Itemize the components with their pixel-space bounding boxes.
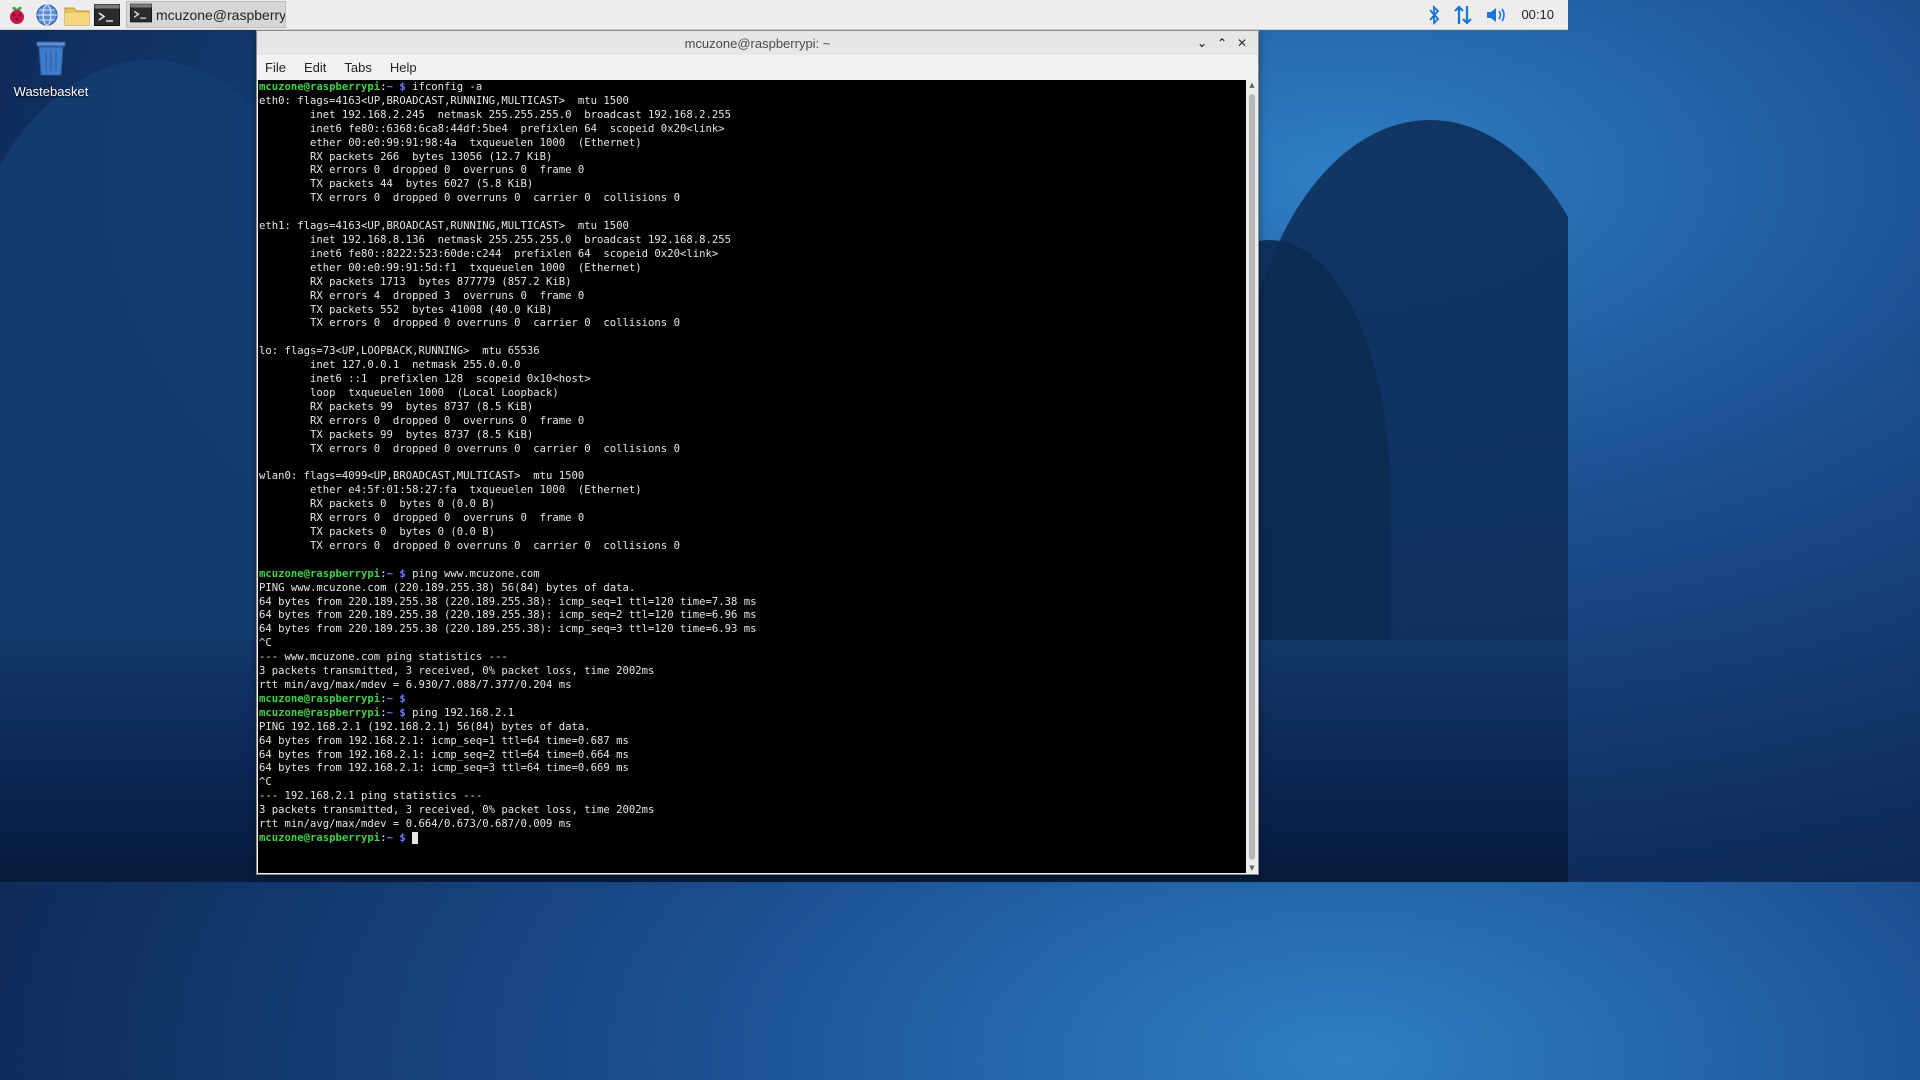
terminal-output-line: 3 packets transmitted, 3 received, 0% pa… <box>259 804 655 817</box>
command-text: ifconfig -a <box>405 81 483 93</box>
terminal-output-line: TX errors 0 dropped 0 overruns 0 carrier… <box>259 442 680 455</box>
terminal-output-line: 64 bytes from 220.189.255.38 (220.189.25… <box>259 623 757 636</box>
terminal-output-line: loop txqueuelen 1000 (Local Loopback) <box>259 386 559 399</box>
terminal-output-line: PING www.mcuzone.com (220.189.255.38) 56… <box>259 581 636 594</box>
wastebasket-desktop-icon[interactable]: Wastebasket <box>6 38 96 99</box>
terminal-output-line: PING 192.168.2.1 (192.168.2.1) 56(84) by… <box>259 720 591 733</box>
prompt-path: ~ $ <box>386 831 406 844</box>
trash-icon <box>31 41 71 82</box>
terminal-output-line: inet6 fe80::8222:523:60de:c244 prefixlen… <box>259 247 719 260</box>
terminal-output-line: inet 192.168.8.136 netmask 255.255.255.0… <box>259 233 731 246</box>
terminal-output-line: 64 bytes from 192.168.2.1: icmp_seq=1 tt… <box>259 734 629 747</box>
minimize-button[interactable]: ⌄ <box>1192 36 1212 50</box>
terminal-output-line: ether e4:5f:01:58:27:fa txqueuelen 1000 … <box>259 484 642 497</box>
system-tray: 00:10 <box>1427 0 1568 29</box>
task-label: mcuzone@raspberry... <box>156 6 285 23</box>
terminal-output-line: 64 bytes from 192.168.2.1: icmp_seq=2 tt… <box>259 748 629 761</box>
terminal-output-line: wlan0: flags=4099<UP,BROADCAST,MULTICAST… <box>259 470 585 483</box>
terminal-output-line: TX packets 552 bytes 41008 (40.0 KiB) <box>259 303 553 316</box>
terminal-output-line: RX errors 4 dropped 3 overruns 0 frame 0 <box>259 289 585 302</box>
terminal-output-line: RX packets 266 bytes 13056 (12.7 KiB) <box>259 150 553 163</box>
prompt-path: ~ $ <box>386 706 406 719</box>
menu-file[interactable]: File <box>263 58 288 77</box>
terminal-output-line: RX packets 1713 bytes 877779 (857.2 KiB) <box>259 275 572 288</box>
window-titlebar[interactable]: mcuzone@raspberrypi: ~ ⌄ ⌃ ✕ <box>257 31 1258 55</box>
terminal-output-line: TX packets 0 bytes 0 (0.0 B) <box>259 526 495 538</box>
terminal-output-line: inet 127.0.0.1 netmask 255.0.0.0 <box>259 359 521 372</box>
terminal-output-line: ether 00:e0:99:91:98:4a txqueuelen 1000 … <box>259 136 642 149</box>
terminal-output-line: --- 192.168.2.1 ping statistics --- <box>259 790 483 803</box>
wastebasket-label: Wastebasket <box>13 84 89 99</box>
terminal-output-line: TX errors 0 dropped 0 overruns 0 carrier… <box>259 192 680 205</box>
terminal-output[interactable]: mcuzone@raspberrypi:~ $ ifconfig -a eth0… <box>258 80 1246 873</box>
terminal-window: mcuzone@raspberrypi: ~ ⌄ ⌃ ✕ File Edit T… <box>257 31 1258 874</box>
terminal-output-line: inet 192.168.2.245 netmask 255.255.255.0… <box>259 108 731 121</box>
terminal-output-line: RX packets 99 bytes 8737 (8.5 KiB) <box>259 400 534 413</box>
terminal-icon[interactable] <box>94 2 120 28</box>
terminal-output-line: eth1: flags=4163<UP,BROADCAST,RUNNING,MU… <box>259 220 629 233</box>
prompt-user: mcuzone@raspberrypi <box>259 692 381 705</box>
terminal-output-line: 64 bytes from 192.168.2.1: icmp_seq=3 tt… <box>259 762 629 775</box>
network-arrows-icon[interactable] <box>1453 4 1473 26</box>
terminal-output-line: 3 packets transmitted, 3 received, 0% pa… <box>259 665 655 678</box>
menu-help[interactable]: Help <box>388 58 419 77</box>
terminal-output-line: rtt min/avg/max/mdev = 6.930/7.088/7.377… <box>259 678 572 691</box>
file-manager-icon[interactable] <box>64 2 90 28</box>
terminal-output-line: RX errors 0 dropped 0 overruns 0 frame 0 <box>259 414 585 427</box>
close-button[interactable]: ✕ <box>1232 36 1252 50</box>
terminal-output-line: RX errors 0 dropped 0 overruns 0 frame 0 <box>259 164 585 177</box>
prompt-path: ~ $ <box>386 567 406 580</box>
scroll-down-arrow-icon[interactable]: ▼ <box>1247 863 1257 873</box>
taskbar-terminal-task[interactable]: mcuzone@raspberry... <box>126 1 286 28</box>
prompt-user: mcuzone@raspberrypi <box>259 567 381 580</box>
taskbar: mcuzone@raspberry... 00:10 <box>0 0 1568 30</box>
terminal-icon <box>130 3 152 27</box>
terminal-output-line: lo: flags=73<UP,LOOPBACK,RUNNING> mtu 65… <box>259 345 540 358</box>
terminal-output-line: ^C <box>259 776 272 789</box>
command-text: ping www.mcuzone.com <box>405 567 540 580</box>
prompt-user: mcuzone@raspberrypi <box>259 81 381 93</box>
terminal-prompt-line: mcuzone@raspberrypi:~ $ ping 192.168.2.1 <box>259 707 514 719</box>
terminal-scrollbar[interactable]: ▲ ▼ <box>1247 80 1257 873</box>
command-text: ping 192.168.2.1 <box>405 706 515 719</box>
volume-icon[interactable] <box>1485 4 1509 26</box>
scrollbar-thumb[interactable] <box>1249 94 1255 860</box>
menu-bar: File Edit Tabs Help <box>257 55 1258 79</box>
terminal-prompt-line: mcuzone@raspberrypi:~ $ ping www.mcuzone… <box>259 568 540 580</box>
terminal-output-line: 64 bytes from 220.189.255.38 (220.189.25… <box>259 595 757 608</box>
terminal-output-line: ether 00:e0:99:91:5d:f1 txqueuelen 1000 … <box>259 261 642 274</box>
terminal-output-line: inet6 ::1 prefixlen 128 scopeid 0x10<hos… <box>259 373 591 386</box>
prompt-path: ~ $ <box>386 692 406 705</box>
terminal-output-line: RX packets 0 bytes 0 (0.0 B) <box>259 498 495 511</box>
text-cursor <box>412 831 419 844</box>
terminal-output-line: inet6 fe80::6368:6ca8:44df:5be4 prefixle… <box>259 122 725 135</box>
terminal-output-line: eth0: flags=4163<UP,BROADCAST,RUNNING,MU… <box>259 94 629 107</box>
raspberry-menu-icon[interactable] <box>4 2 30 28</box>
window-title: mcuzone@raspberrypi: ~ <box>684 35 831 51</box>
terminal-prompt-line: mcuzone@raspberrypi:~ $ ifconfig -a <box>259 81 482 93</box>
terminal-output-line: TX errors 0 dropped 0 overruns 0 carrier… <box>259 539 680 552</box>
terminal-output-line: ^C <box>259 637 272 650</box>
terminal-output-line: rtt min/avg/max/mdev = 0.664/0.673/0.687… <box>259 818 572 831</box>
menu-tabs[interactable]: Tabs <box>342 58 373 77</box>
terminal-prompt-line: mcuzone@raspberrypi:~ $ <box>259 831 419 844</box>
terminal-output-line: TX packets 99 bytes 8737 (8.5 KiB) <box>259 428 534 441</box>
clock[interactable]: 00:10 <box>1521 7 1554 22</box>
terminal-output-line: --- www.mcuzone.com ping statistics --- <box>259 651 508 664</box>
terminal-output-line: TX packets 44 bytes 6027 (5.8 KiB) <box>259 178 534 191</box>
prompt-path: ~ $ <box>386 81 406 93</box>
web-browser-icon[interactable] <box>34 2 60 28</box>
terminal-output-line: 64 bytes from 220.189.255.38 (220.189.25… <box>259 609 757 622</box>
terminal-output-line: RX errors 0 dropped 0 overruns 0 frame 0 <box>259 512 585 525</box>
menu-edit[interactable]: Edit <box>302 58 328 77</box>
terminal-output-line: TX errors 0 dropped 0 overruns 0 carrier… <box>259 317 680 330</box>
prompt-user: mcuzone@raspberrypi <box>259 831 381 844</box>
scroll-up-arrow-icon[interactable]: ▲ <box>1247 80 1257 90</box>
terminal-text: mcuzone@raspberrypi:~ $ ifconfig -a eth0… <box>258 80 1246 846</box>
maximize-button[interactable]: ⌃ <box>1212 36 1232 50</box>
prompt-user: mcuzone@raspberrypi <box>259 706 381 719</box>
terminal-prompt-line: mcuzone@raspberrypi:~ $ <box>259 693 406 705</box>
bluetooth-icon[interactable] <box>1427 4 1441 26</box>
